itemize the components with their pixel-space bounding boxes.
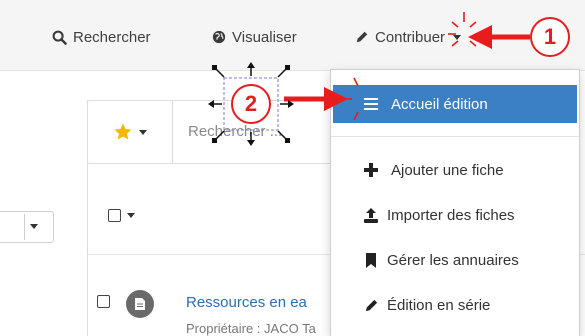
contribuer-dropdown: Accueil édition Ajouter une fiche Import… bbox=[330, 69, 580, 336]
nav-visualiser[interactable]: Visualiser bbox=[212, 27, 297, 47]
nav-contribuer[interactable]: Contribuer bbox=[355, 27, 462, 47]
search-icon bbox=[52, 30, 67, 45]
menu-item-label: Accueil édition bbox=[391, 95, 488, 113]
globe-icon bbox=[212, 30, 226, 44]
row-owner: Propriétaire : JACO Ta bbox=[186, 321, 316, 336]
menu-item-gerer-annuaires[interactable]: Gérer les annuaires bbox=[331, 245, 579, 275]
plus-icon bbox=[361, 163, 381, 177]
chevron-down-icon bbox=[453, 34, 462, 40]
menu-item-label: Importer des fiches bbox=[387, 206, 515, 224]
per-page-select[interactable] bbox=[0, 211, 54, 243]
chevron-down-icon bbox=[139, 129, 147, 135]
search-input[interactable]: Rechercher ... bbox=[188, 123, 282, 140]
upload-icon bbox=[361, 207, 381, 223]
menu-item-label: Édition en série bbox=[387, 296, 491, 314]
menu-item-label: Ajouter une fiche bbox=[391, 161, 504, 179]
document-icon bbox=[126, 290, 154, 318]
nav-visualiser-label: Visualiser bbox=[232, 28, 297, 46]
favorites-button[interactable] bbox=[88, 101, 173, 163]
menu-item-accueil-edition[interactable]: Accueil édition bbox=[333, 85, 577, 123]
menu-lines-icon bbox=[361, 98, 381, 110]
search-toolbar: Rechercher ... bbox=[87, 100, 347, 164]
nav-rechercher[interactable]: Rechercher bbox=[52, 27, 151, 47]
bookmark-icon bbox=[361, 252, 381, 268]
menu-item-label: Gérer les annuaires bbox=[387, 251, 519, 269]
select-all-checkbox[interactable] bbox=[108, 209, 121, 222]
row-checkbox[interactable] bbox=[97, 295, 110, 308]
menu-item-ajouter-fiche[interactable]: Ajouter une fiche bbox=[331, 155, 579, 185]
menu-divider bbox=[331, 136, 579, 137]
nav-contribuer-label: Contribuer bbox=[375, 28, 446, 46]
nav-rechercher-label: Rechercher bbox=[73, 28, 151, 46]
chevron-down-icon bbox=[30, 224, 38, 229]
row-title-link[interactable]: Ressources en ea bbox=[186, 294, 307, 311]
step-badge-1: 1 bbox=[530, 17, 570, 57]
step-badge-2: 2 bbox=[231, 84, 271, 124]
chevron-down-icon bbox=[127, 213, 135, 218]
pencil-icon bbox=[361, 298, 381, 313]
pencil-icon bbox=[356, 31, 368, 43]
menu-item-importer-fiches[interactable]: Importer des fiches bbox=[331, 200, 579, 230]
select-all-control[interactable] bbox=[108, 209, 135, 222]
select-divider bbox=[24, 214, 25, 240]
star-icon bbox=[114, 123, 132, 140]
menu-item-edition-serie[interactable]: Édition en série bbox=[331, 290, 579, 320]
